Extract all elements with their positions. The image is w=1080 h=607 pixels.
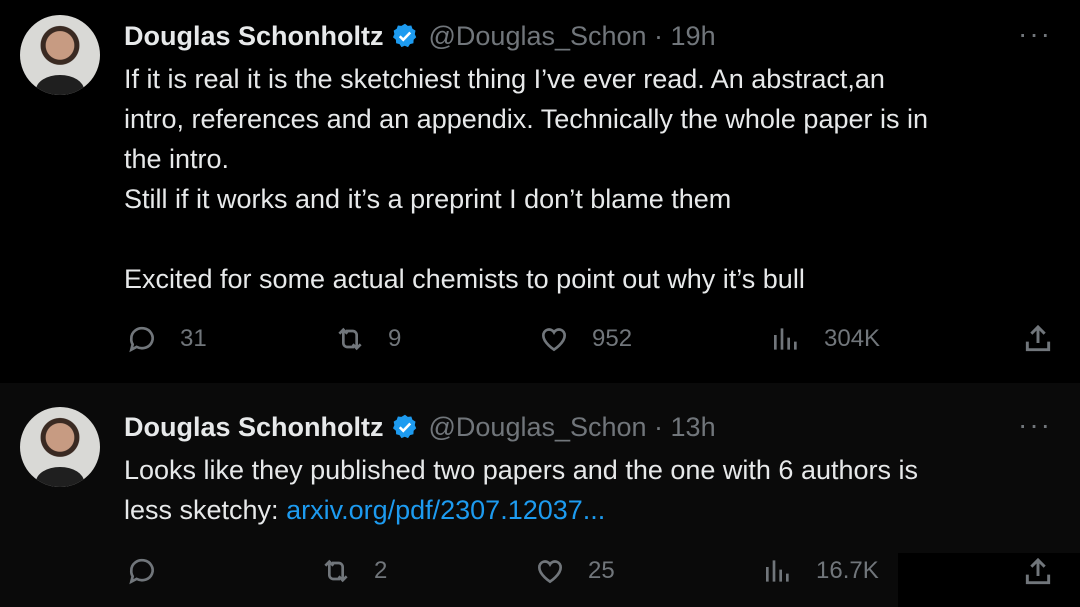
tweet-header: Douglas Schonholtz @Douglas_Schon · 19h bbox=[124, 16, 716, 56]
tweet-line: the intro. bbox=[124, 144, 230, 174]
tweet-text: If it is real it is the sketchiest thing… bbox=[124, 59, 1054, 299]
arxiv-link[interactable]: arxiv.org/pdf/2307.12037... bbox=[286, 495, 605, 525]
tweet-line: Excited for some actual chemists to poin… bbox=[124, 264, 805, 294]
tweet-line: intro, references and an appendix. Techn… bbox=[124, 104, 929, 134]
reply-icon bbox=[129, 326, 154, 353]
like-button[interactable]: 952 bbox=[538, 323, 632, 355]
repost-count: 9 bbox=[388, 325, 402, 352]
author-name[interactable]: Douglas Schonholtz bbox=[124, 21, 384, 52]
tweet-1[interactable]: Douglas Schonholtz @Douglas_Schon · 19h … bbox=[0, 0, 1080, 383]
like-count: 25 bbox=[588, 557, 615, 584]
views-count: 16.7K bbox=[816, 557, 879, 584]
reply-button[interactable]: 31 bbox=[126, 323, 207, 355]
author-name[interactable]: Douglas Schonholtz bbox=[124, 412, 384, 443]
share-icon bbox=[1025, 557, 1051, 585]
verified-badge-icon bbox=[392, 23, 416, 48]
author-handle-time[interactable]: @Douglas_Schon · 13h bbox=[429, 412, 716, 443]
views-button[interactable]: 16.7K bbox=[762, 555, 879, 587]
tweet-line bbox=[124, 219, 1054, 259]
tweet-line: If it is real it is the sketchiest thing… bbox=[124, 64, 885, 94]
avatar[interactable] bbox=[20, 15, 100, 95]
repost-button[interactable]: 9 bbox=[334, 323, 401, 355]
views-count: 304K bbox=[824, 325, 881, 352]
repost-icon bbox=[338, 327, 362, 351]
views-button[interactable]: 304K bbox=[770, 323, 880, 355]
tweet-text: Looks like they published two papers and… bbox=[124, 450, 1054, 530]
reply-button[interactable] bbox=[126, 555, 180, 587]
like-button[interactable]: 25 bbox=[534, 555, 615, 587]
share-button[interactable] bbox=[1022, 323, 1054, 360]
views-icon bbox=[774, 328, 797, 350]
verified-badge-icon bbox=[392, 414, 416, 439]
more-icon[interactable]: ··· bbox=[1018, 18, 1052, 50]
tweet-header: Douglas Schonholtz @Douglas_Schon · 13h bbox=[124, 407, 716, 447]
tweet-line-text: less sketchy: bbox=[124, 495, 287, 525]
more-icon[interactable]: ··· bbox=[1018, 409, 1052, 441]
share-icon bbox=[1025, 324, 1051, 352]
reply-icon bbox=[129, 558, 154, 585]
reply-count: 31 bbox=[180, 325, 207, 352]
like-count: 952 bbox=[592, 325, 633, 352]
share-button[interactable] bbox=[1022, 556, 1054, 593]
repost-count: 2 bbox=[374, 557, 388, 584]
like-icon bbox=[538, 560, 562, 584]
tweet-line: Looks like they published two papers and… bbox=[124, 455, 918, 485]
author-handle-time[interactable]: @Douglas_Schon · 19h bbox=[429, 21, 716, 52]
views-icon bbox=[766, 560, 789, 582]
like-icon bbox=[542, 328, 566, 352]
repost-icon bbox=[324, 559, 348, 583]
tweet-line: Still if it works and it’s a preprint I … bbox=[124, 184, 732, 214]
tweet-line: less sketchy: arxiv.org/pdf/2307.12037..… bbox=[124, 490, 1054, 530]
action-bar: 31 9 952 304K bbox=[0, 323, 1080, 363]
avatar[interactable] bbox=[20, 407, 100, 487]
repost-button[interactable]: 2 bbox=[320, 555, 387, 587]
